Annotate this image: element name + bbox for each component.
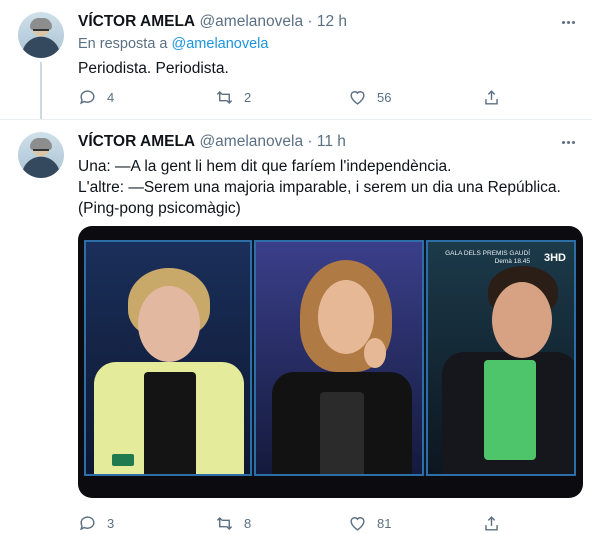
heart-icon <box>350 516 365 531</box>
retweet-count: 2 <box>244 89 252 105</box>
reply-icon <box>80 515 95 530</box>
avatar[interactable] <box>18 132 64 178</box>
tweet-header: VÍCTOR AMELA @amelanovela · 12 h <box>78 12 347 32</box>
author-name[interactable]: VÍCTOR AMELA <box>78 13 195 30</box>
tweet-text: Periodista. Periodista. <box>78 58 229 79</box>
timestamp[interactable]: 12 h <box>317 13 347 30</box>
like-button[interactable]: 81 <box>348 512 391 534</box>
retweet-icon <box>216 516 233 530</box>
timestamp[interactable]: 11 h <box>317 133 346 150</box>
tweet-actions: 3 8 81 <box>78 512 508 534</box>
tweet-text-line: (Ping-pong psicomàgic) <box>78 200 241 217</box>
tweet-1[interactable]: VÍCTOR AMELA @amelanovela · 12 h En resp… <box>0 0 592 118</box>
like-count: 81 <box>377 515 392 531</box>
reply-context: En resposta a @amelanovela <box>78 36 268 52</box>
reply-button[interactable]: 3 <box>78 512 114 534</box>
tweet-actions: 4 2 56 <box>78 86 508 108</box>
heart-icon <box>350 90 365 105</box>
tweet-text: Una: —A la gent li hem dit que faríem l'… <box>78 156 561 219</box>
author-name[interactable]: VÍCTOR AMELA <box>78 133 195 150</box>
share-icon <box>485 89 498 105</box>
tv-caption: GALA DELS PREMIS GAUDÍ Demà 18.45 <box>445 250 530 265</box>
retweet-icon <box>216 90 233 104</box>
retweet-button[interactable]: 8 <box>215 512 251 534</box>
more-icon[interactable] <box>556 132 580 152</box>
tweet-text-line: L'altre: —Serem una majoria imparable, i… <box>78 179 561 196</box>
tweet-text-line: Una: —A la gent li hem dit que faríem l'… <box>78 158 452 175</box>
reply-mention-link[interactable]: @amelanovela <box>172 36 269 52</box>
panel-right: GALA DELS PREMIS GAUDÍ Demà 18.45 3HD <box>426 240 576 476</box>
reply-prefix: En resposta a <box>78 36 168 52</box>
tv-screen-image: GALA DELS PREMIS GAUDÍ Demà 18.45 3HD <box>84 240 576 476</box>
retweet-button[interactable]: 2 <box>215 86 251 108</box>
tweet-2[interactable]: VÍCTOR AMELA @amelanovela · 11 h Una: —A… <box>0 120 592 534</box>
tweet-photo[interactable]: GALA DELS PREMIS GAUDÍ Demà 18.45 3HD <box>78 226 583 498</box>
like-count: 56 <box>377 89 392 105</box>
reply-count: 4 <box>107 89 115 105</box>
retweet-count: 8 <box>244 515 252 531</box>
separator: · <box>307 133 313 150</box>
share-icon <box>485 515 498 531</box>
reply-button[interactable]: 4 <box>78 86 114 108</box>
avatar[interactable] <box>18 12 64 58</box>
separator: · <box>307 13 313 30</box>
reply-count: 3 <box>107 515 115 531</box>
share-button[interactable] <box>482 86 501 108</box>
like-button[interactable]: 56 <box>348 86 391 108</box>
author-handle[interactable]: @amelanovela <box>199 133 303 150</box>
author-handle[interactable]: @amelanovela <box>199 13 303 30</box>
share-button[interactable] <box>482 512 501 534</box>
more-icon[interactable] <box>556 12 580 32</box>
tv-badge <box>112 454 134 466</box>
tweet-header: VÍCTOR AMELA @amelanovela · 11 h <box>78 132 346 152</box>
panel-center <box>254 240 424 476</box>
panel-left <box>84 240 252 476</box>
reply-icon <box>80 89 95 104</box>
tweet-text-line: Periodista. Periodista. <box>78 60 229 77</box>
tv-channel-logo: 3HD <box>543 252 566 264</box>
